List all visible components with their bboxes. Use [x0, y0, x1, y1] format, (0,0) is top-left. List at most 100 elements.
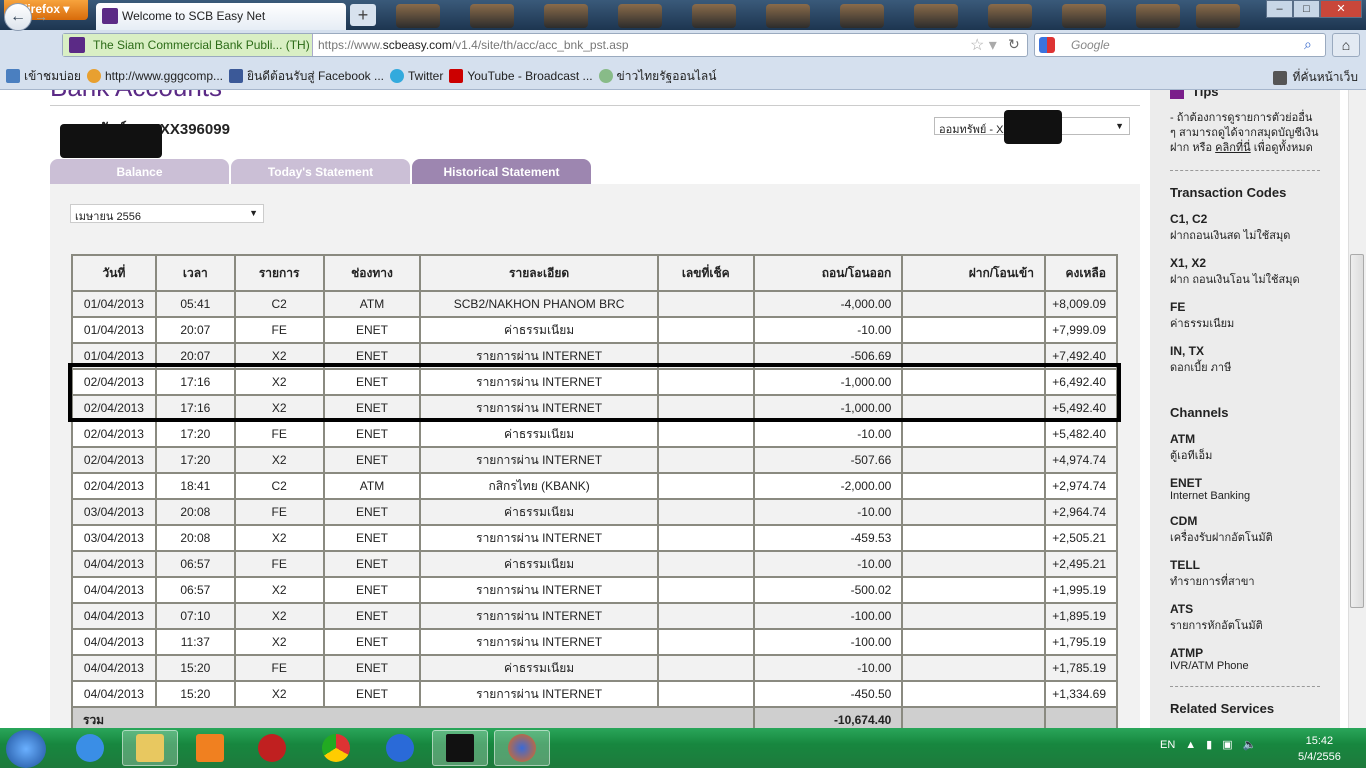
app-thumbnail-icon[interactable]: [692, 4, 736, 28]
app-thumbnail-icon[interactable]: [618, 4, 662, 28]
bookmark-label: http://www.gggcomp...: [104, 69, 224, 83]
search-icon[interactable]: ⌕: [1304, 36, 1312, 53]
search-input[interactable]: Google: [1034, 33, 1326, 57]
table-cell: [656, 654, 755, 682]
downloader-icon[interactable]: [244, 730, 300, 766]
table-cell: +5,482.40: [1043, 420, 1119, 448]
reload-icon[interactable]: ↻: [1008, 36, 1020, 53]
table-cell: +2,505.21: [1043, 524, 1119, 552]
legend-desc: ดอกเบี้ย ภาษี: [1170, 362, 1232, 374]
table-cell: +4,974.74: [1043, 446, 1119, 474]
google-icon[interactable]: [1039, 37, 1055, 53]
table-cell: -10.00: [752, 498, 904, 526]
chrome-icon[interactable]: [308, 730, 364, 766]
app-thumbnail-icon[interactable]: [1196, 4, 1240, 28]
app-thumbnail-icon[interactable]: [1062, 4, 1106, 28]
table-row: 04/04/2013 06:57 FE ENET ค่าธรรมเนียม -10.00 +…: [71, 550, 1119, 578]
table-cell: 06:57: [154, 576, 236, 604]
scb-favicon: [102, 8, 118, 24]
month-select[interactable]: เมษายน 2556 ▼: [70, 204, 264, 223]
ie-icon[interactable]: [62, 730, 118, 766]
table-row: 04/04/2013 15:20 X2 ENET รายการผ่าน INTERNET…: [71, 680, 1119, 708]
maximize-icon[interactable]: □: [1293, 0, 1320, 18]
network-icon[interactable]: ▣: [1222, 738, 1232, 751]
app-thumbnail-icon[interactable]: [396, 4, 440, 28]
bookmarks-menu[interactable]: ที่คั่นหน้าเว็บ: [1272, 68, 1358, 87]
home-icon[interactable]: ⌂: [1332, 33, 1360, 57]
column-header: ฝาก/โอนเข้า: [901, 254, 1046, 292]
url-text[interactable]: https://www.scbeasy.com/v1.4/site/th/acc…: [318, 38, 629, 52]
minimize-icon[interactable]: –: [1266, 0, 1293, 18]
total-row: รวม -10,674.40: [71, 706, 1119, 728]
firefox-icon[interactable]: [494, 730, 550, 766]
bookmark-star-icon[interactable]: ☆ ▾: [970, 35, 997, 55]
power-icon[interactable]: ▮: [1206, 738, 1212, 751]
app-thumbnail-icon[interactable]: [470, 4, 514, 28]
volume-icon[interactable]: 🔈: [1243, 738, 1257, 751]
redacted-area: [1004, 110, 1062, 144]
table-cell: 04/04/2013: [71, 550, 157, 578]
table-cell: [901, 706, 1046, 728]
app-thumbnail-icon[interactable]: [840, 4, 884, 28]
tab-historical-statement[interactable]: Historical Statement: [412, 159, 591, 184]
bookmark-most-visited[interactable]: เข้าชมบ่อย: [6, 67, 81, 86]
media-player-icon[interactable]: [182, 730, 238, 766]
bookmark-icon: [6, 69, 20, 83]
bookmark-thairath[interactable]: ข่าวไทยรัฐออนไลน์: [598, 67, 716, 86]
column-header: รายละเอียด: [419, 254, 659, 292]
legend-item: ATMP IVR/ATM Phone: [1170, 646, 1320, 672]
site-identity[interactable]: The Siam Commercial Bank Publi... (TH): [63, 34, 313, 56]
start-button-icon[interactable]: [6, 730, 46, 768]
browser-tab[interactable]: Welcome to SCB Easy Net: [96, 3, 346, 30]
forward-arrow-icon[interactable]: →: [34, 8, 48, 24]
tips-link[interactable]: คลิกที่นี่: [1215, 142, 1251, 154]
table-cell: C2: [233, 290, 325, 318]
explorer-icon[interactable]: [122, 730, 178, 766]
app-thumbnail-icon[interactable]: [914, 4, 958, 28]
account-select-value: ออมทรัพย์ - XX: [939, 124, 1011, 136]
table-row: 02/04/2013 18:41 C2 ATM กสิกรไทย (KBANK) -2,0…: [71, 472, 1119, 500]
scrollbar-thumb[interactable]: [1350, 254, 1364, 608]
table-cell: ENET: [322, 420, 422, 448]
table-cell: [901, 654, 1046, 682]
table-cell: -450.50: [752, 680, 904, 708]
clock[interactable]: 15:42 5/4/2556: [1298, 733, 1341, 765]
language-indicator[interactable]: EN: [1160, 739, 1175, 751]
table-cell: FE: [233, 316, 325, 344]
table-cell: -500.02: [752, 576, 904, 604]
clock-time: 15:42: [1305, 735, 1334, 747]
table-cell: [656, 290, 755, 318]
dtac-icon[interactable]: [432, 730, 488, 766]
table-cell: X2: [233, 680, 325, 708]
tab-balance[interactable]: Balance: [50, 159, 229, 184]
thunder-icon[interactable]: [372, 730, 428, 766]
column-header: เลขที่เช็ค: [656, 254, 755, 292]
app-thumbnail-icon[interactable]: [766, 4, 810, 28]
legend-desc: ตู้เอทีเอ็ม: [1170, 450, 1213, 462]
app-thumbnail-icon[interactable]: [1136, 4, 1180, 28]
app-thumbnail-icon[interactable]: [988, 4, 1032, 28]
bookmark-youtube[interactable]: YouTube - Broadcast ...: [449, 69, 593, 83]
bookmark-twitter[interactable]: Twitter: [390, 69, 443, 83]
bookmarks-menu-label: ที่คั่นหน้าเว็บ: [1292, 70, 1358, 84]
legend-desc: ค่าธรรมเนียม: [1170, 318, 1235, 330]
bookmark-gggcomp[interactable]: http://www.gggcomp...: [86, 69, 224, 83]
table-cell: -10.00: [752, 654, 904, 682]
page-title: Bank Accounts: [50, 90, 222, 103]
close-icon[interactable]: ✕: [1320, 0, 1362, 18]
table-cell: 15:20: [154, 654, 236, 682]
table-cell: 17:20: [154, 420, 236, 448]
tray-expand-icon[interactable]: ▲: [1185, 739, 1196, 751]
legend-item: FE ค่าธรรมเนียม: [1170, 300, 1320, 332]
bookmark-facebook[interactable]: ยินดีต้อนรับสู่ Facebook ...: [229, 67, 384, 86]
table-cell: ENET: [322, 550, 422, 578]
table-cell: ค่าธรรมเนียม: [419, 550, 659, 578]
back-arrow-icon[interactable]: ←: [4, 3, 32, 31]
app-thumbnail-icon[interactable]: [544, 4, 588, 28]
legend-item: ENET Internet Banking: [1170, 476, 1320, 502]
tab-todays-statement[interactable]: Today's Statement: [231, 159, 410, 184]
table-cell: ENET: [322, 654, 422, 682]
table-cell: 03/04/2013: [71, 524, 157, 552]
new-tab-button[interactable]: +: [350, 4, 376, 26]
table-cell: [901, 446, 1046, 474]
